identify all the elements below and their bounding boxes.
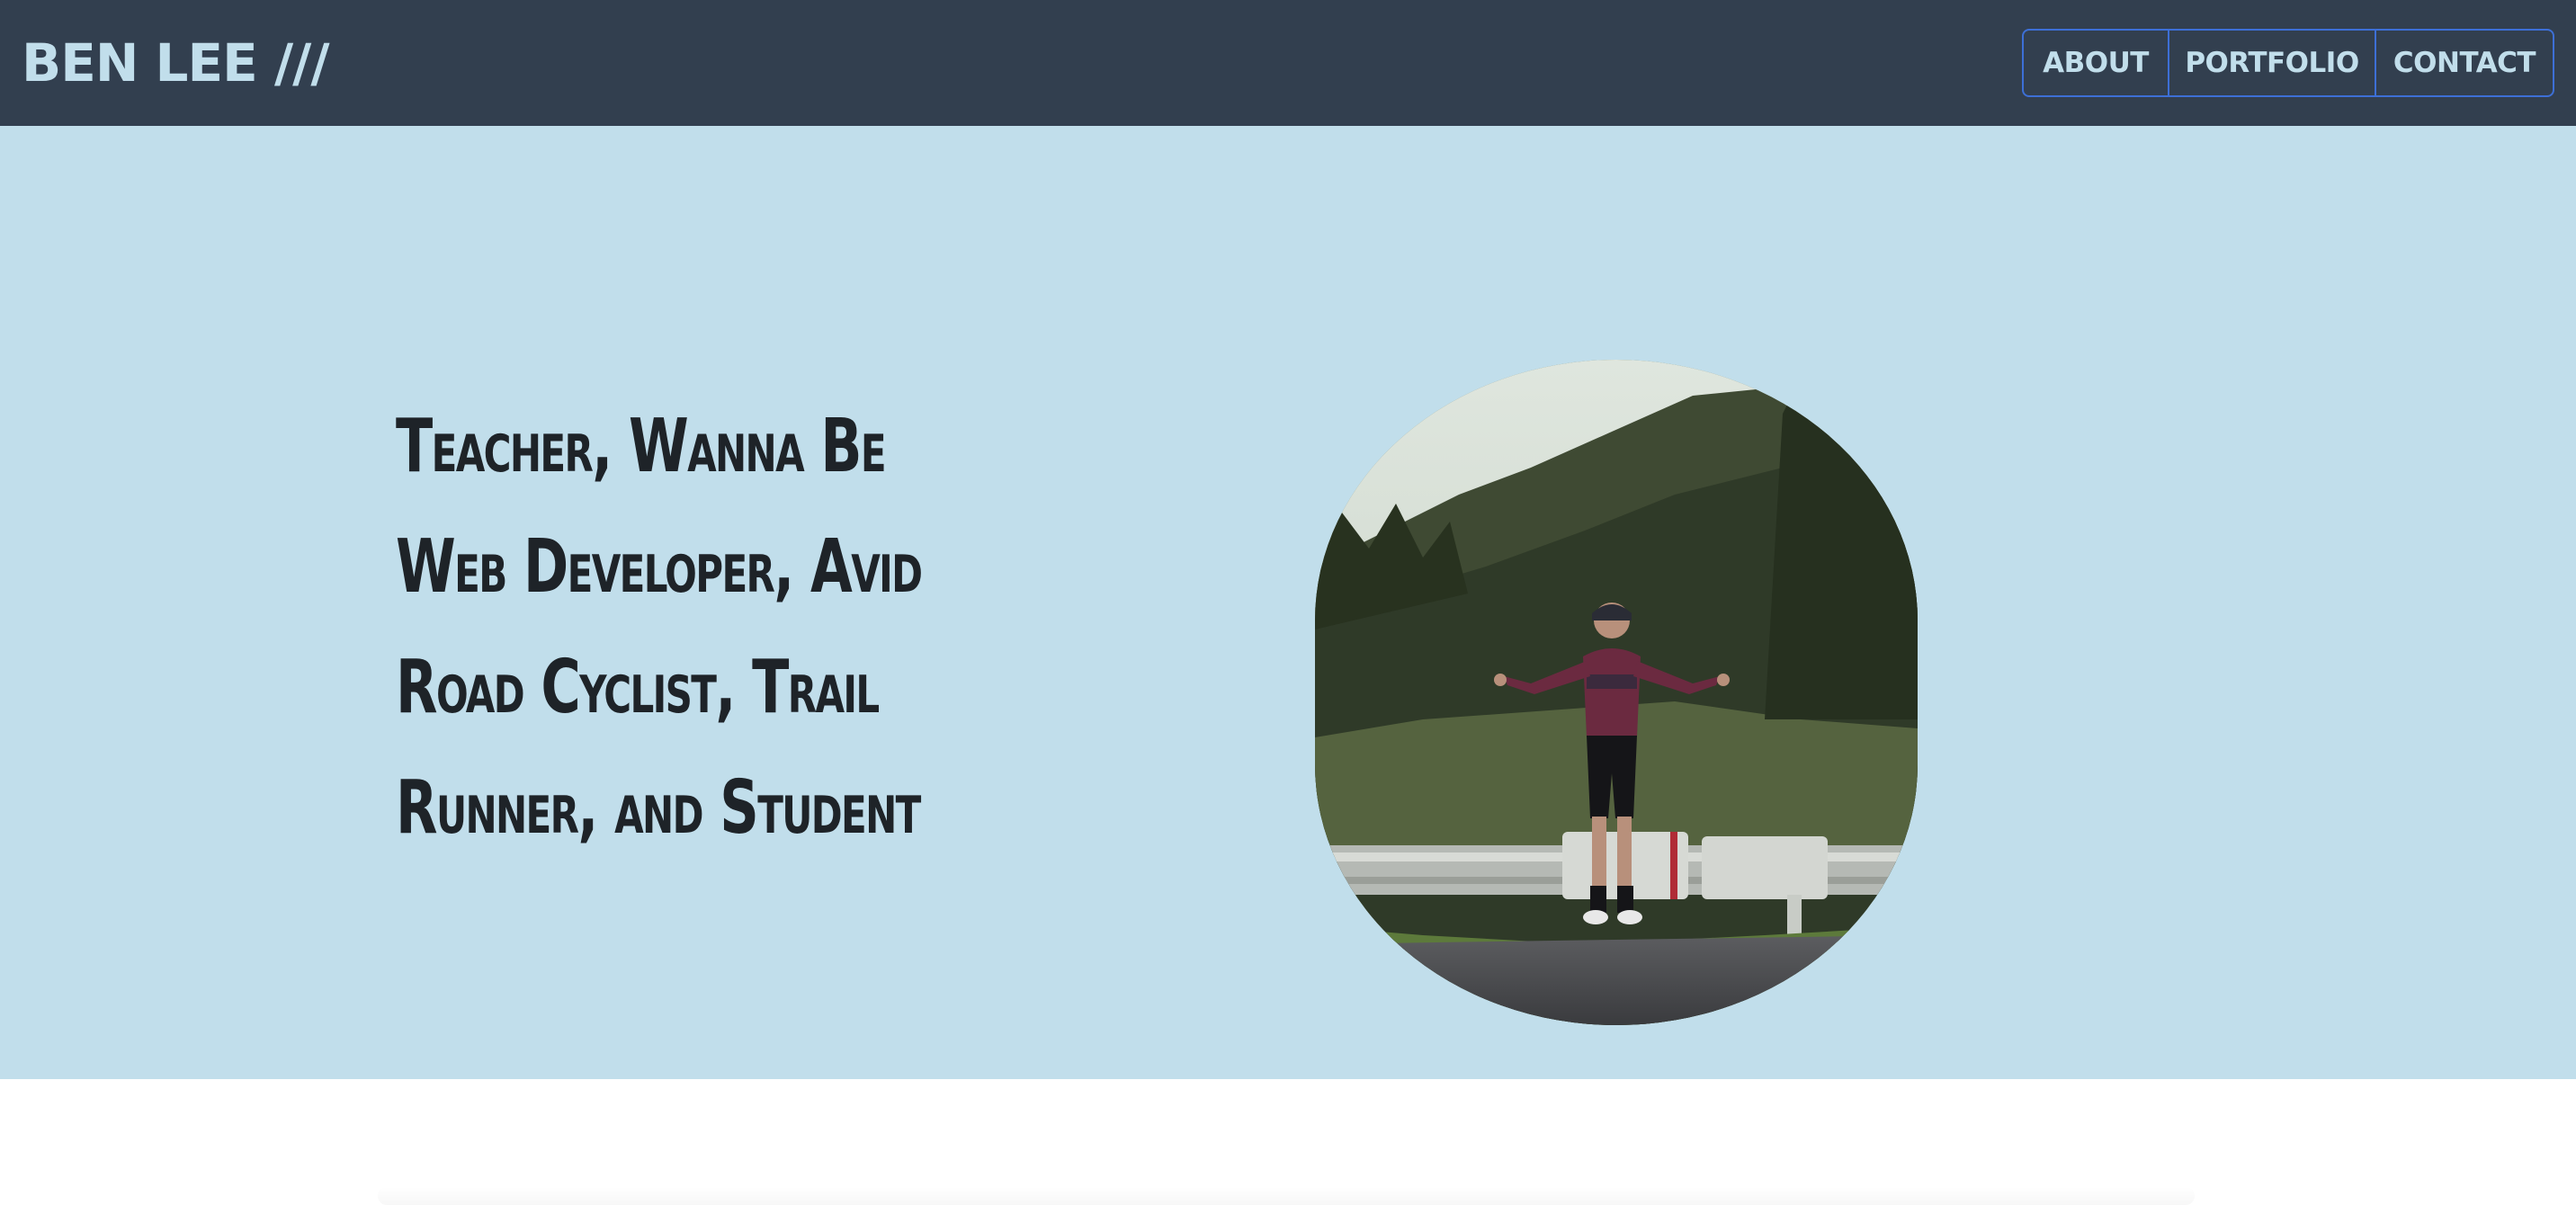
top-navbar: BEN LEE /// ABOUT PORTFOLIO CONTACT — [0, 0, 2576, 126]
main-nav: ABOUT PORTFOLIO CONTACT — [2022, 29, 2554, 97]
profile-photo-illustration — [1315, 360, 1918, 1025]
nav-link-portfolio[interactable]: PORTFOLIO — [2168, 31, 2375, 95]
content-section — [0, 1079, 2576, 1205]
nav-link-about[interactable]: ABOUT — [2024, 31, 2168, 95]
profile-photo — [1315, 360, 1918, 1025]
site-logo[interactable]: BEN LEE /// — [22, 0, 330, 126]
card-shadow — [378, 1187, 2195, 1205]
hero-tagline: Teacher, Wanna Be Web Developer, Avid Ro… — [396, 404, 923, 851]
nav-link-contact[interactable]: CONTACT — [2375, 31, 2553, 95]
hero-section: Teacher, Wanna Be Web Developer, Avid Ro… — [0, 126, 2576, 1079]
